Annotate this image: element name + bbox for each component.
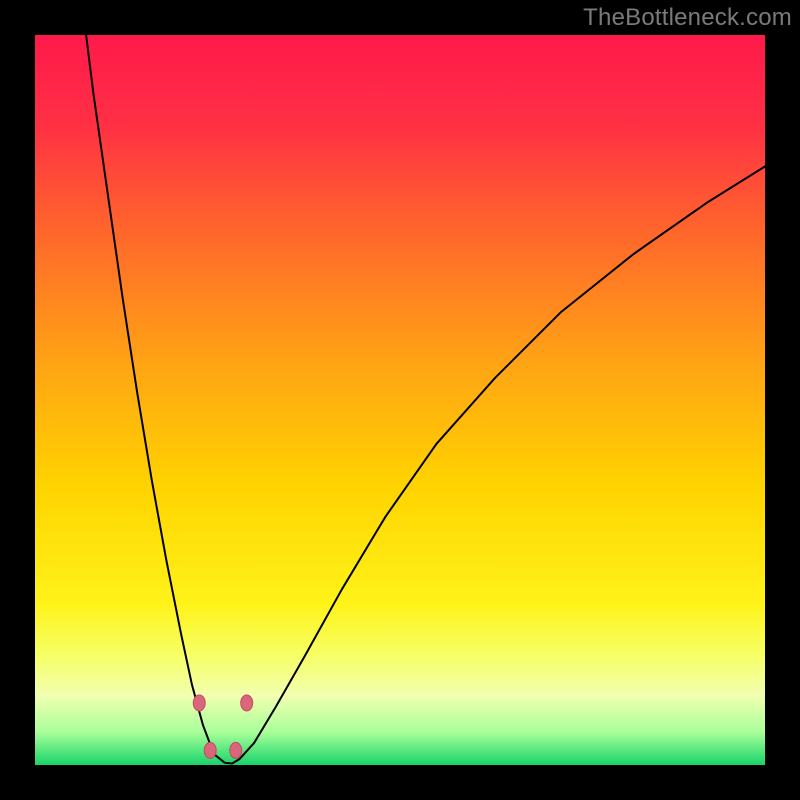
bottleneck-curve-chart: [35, 35, 765, 765]
curve-marker-2: [204, 742, 216, 758]
gradient-background: [35, 35, 765, 765]
watermark-text: TheBottleneck.com: [583, 4, 792, 32]
curve-marker-3: [230, 742, 242, 758]
curve-marker-0: [193, 695, 205, 711]
chart-frame: TheBottleneck.com: [0, 0, 800, 800]
plot-area: [35, 35, 765, 765]
curve-marker-1: [241, 695, 253, 711]
